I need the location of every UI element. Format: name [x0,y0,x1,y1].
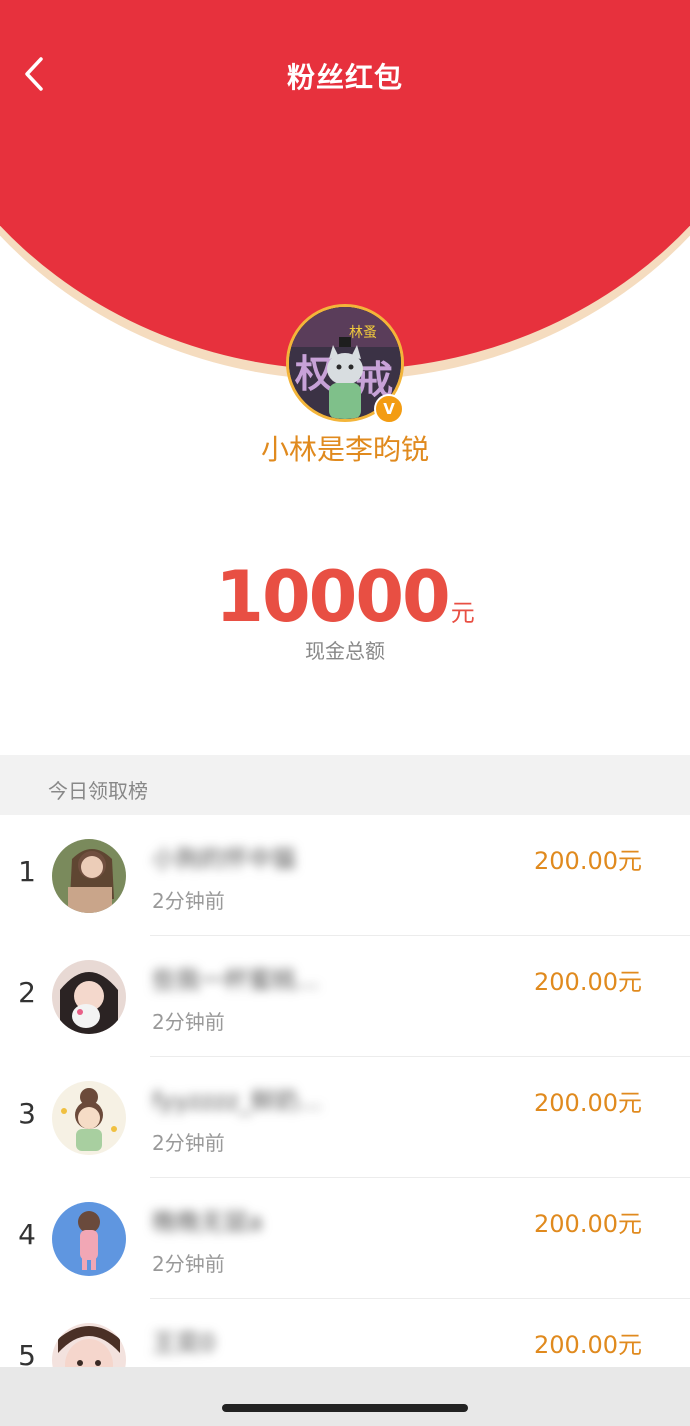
host-avatar-wrap[interactable]: 林蚤 权 戒 V [286,304,404,424]
table-row[interactable]: 2 些我一杯蜜桃... 2分钟前 200.00元 [0,936,690,1057]
svg-text:林蚤: 林蚤 [349,325,377,341]
verified-badge-icon: V [374,394,404,424]
page-title: 粉丝红包 [286,61,403,94]
ranking-header: 今日领取榜 [0,755,690,815]
user-name: 晚晚无鼠a [152,1208,263,1236]
rank-number: 3 [18,1097,36,1130]
claim-amount: 200.00元 [534,968,642,996]
claim-amount: 200.00元 [534,847,642,875]
total-amount: 10000 [215,556,451,638]
ranking-title: 今日领取榜 [48,779,148,803]
avatar[interactable] [52,1081,126,1155]
total-amount-unit: 元 [450,599,475,627]
avatar[interactable] [52,1202,126,1276]
rank-number: 1 [18,855,36,888]
svg-text:权: 权 [294,352,333,396]
claim-amount: 200.00元 [534,1089,642,1117]
avatar[interactable] [52,839,126,913]
claim-time: 2分钟前 [152,1131,225,1155]
user-name: 王奕0 [152,1329,216,1357]
table-row[interactable]: 3 fyyzzzz_鲜奶... 2分钟前 200.00元 [0,1057,690,1178]
claim-time: 2分钟前 [152,1252,225,1276]
home-indicator[interactable] [222,1404,468,1412]
rank-number: 2 [18,976,36,1009]
user-avatar-image [52,839,126,913]
claim-amount: 200.00元 [534,1210,642,1238]
user-name: fyyzzzz_鲜奶... [152,1087,322,1115]
host-name[interactable]: 小林是李昀锐 [0,428,690,468]
bottom-bar [0,1367,690,1426]
avatar[interactable] [52,960,126,1034]
ranking-list: 1 小狗的怀中猫 2分钟前 200.00元 2 些我一杯蜜桃... 2分钟前 2… [0,815,690,1420]
user-avatar-image [52,960,126,1034]
total-amount-label: 现金总额 [305,639,385,663]
claim-time: 2分钟前 [152,889,225,913]
user-avatar-image [52,1081,126,1155]
table-row[interactable]: 1 小狗的怀中猫 2分钟前 200.00元 [0,815,690,936]
user-avatar-image [52,1202,126,1276]
total-amount-row: 10000元 [0,556,690,638]
table-row[interactable]: 4 晚晚无鼠a 2分钟前 200.00元 [0,1178,690,1299]
claim-amount: 200.00元 [534,1331,642,1359]
user-name: 小狗的怀中猫 [152,845,296,873]
rank-number: 4 [18,1218,36,1251]
claim-time: 2分钟前 [152,1010,225,1034]
user-name: 些我一杯蜜桃... [152,966,319,994]
